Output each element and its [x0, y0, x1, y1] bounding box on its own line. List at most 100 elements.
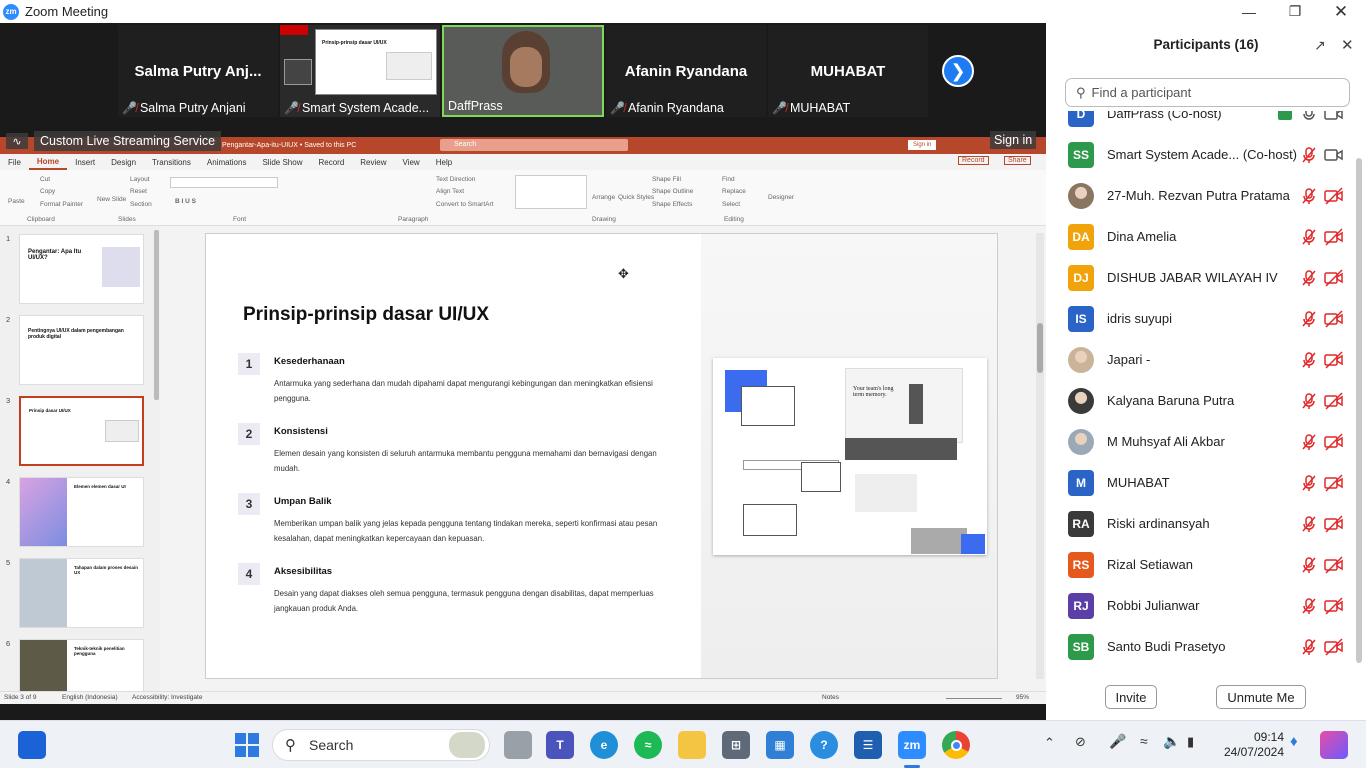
bold-button[interactable]: B I U S [175, 198, 196, 205]
store-icon[interactable]: ▦ [766, 731, 794, 759]
help-icon[interactable]: ? [810, 731, 838, 759]
menu-view[interactable]: View [395, 154, 428, 170]
folder-icon[interactable] [678, 731, 706, 759]
find-button[interactable]: Find [722, 176, 735, 183]
reset-button[interactable]: Reset [130, 188, 147, 195]
menu-design[interactable]: Design [103, 154, 144, 170]
spotify-icon[interactable]: ≈ [634, 731, 662, 759]
participants-scrollbar[interactable] [1356, 158, 1362, 663]
speaker-icon[interactable]: 🔈 [1163, 733, 1180, 750]
restore-icon[interactable]: ❐ [1272, 0, 1318, 23]
battery-icon[interactable]: ▮ [1187, 734, 1194, 750]
slide-scrollbar[interactable] [1036, 233, 1044, 679]
participant-row[interactable]: SS Smart System Acade... (Co-host) [1046, 134, 1366, 175]
shape-fill-button[interactable]: Shape Fill [652, 176, 681, 183]
menu-file[interactable]: File [0, 154, 29, 170]
minimize-icon[interactable]: — [1226, 0, 1272, 23]
video-tile[interactable]: Afanin Ryandana 🎤̸ Afanin Ryandana [606, 25, 766, 117]
mic-muted-icon[interactable] [1300, 638, 1318, 656]
slide-thumbnail[interactable]: Teknik-teknik penelitian pengguna [19, 639, 144, 692]
participant-row[interactable]: IS idris suyupi [1046, 298, 1366, 339]
chrome-icon[interactable] [942, 731, 970, 759]
menu-record[interactable]: Record [310, 154, 352, 170]
accessibility-status[interactable]: Accessibility: Investigate [132, 694, 202, 701]
mic-muted-icon[interactable] [1300, 556, 1318, 574]
mic-muted-icon[interactable] [1300, 597, 1318, 615]
arrange-button[interactable]: Arrange [592, 194, 615, 201]
file-explorer-task-icon[interactable] [504, 731, 532, 759]
camera-off-icon[interactable] [1324, 432, 1344, 451]
menu-animations[interactable]: Animations [199, 154, 255, 170]
task-view-icon[interactable] [18, 731, 46, 759]
layout-button[interactable]: Layout [130, 176, 150, 183]
slide-canvas[interactable]: Your team's long term memory. Prinsip-pr… [205, 233, 998, 679]
section-button[interactable]: Section [130, 201, 152, 208]
participant-row[interactable]: RA Riski ardinansyah [1046, 503, 1366, 544]
align-text-button[interactable]: Align Text [436, 188, 464, 195]
notification-bell-icon[interactable]: ♦ [1290, 733, 1298, 750]
share-button[interactable]: Share [1004, 156, 1031, 165]
slide-thumbnail[interactable]: Pengantar: Apa Itu UI/UX? [19, 234, 144, 304]
unmute-me-button[interactable]: Unmute Me [1216, 685, 1306, 709]
windows-start-icon[interactable] [233, 731, 261, 759]
mic-muted-icon[interactable] [1300, 351, 1318, 369]
chevron-up-icon[interactable]: ⌃ [1044, 735, 1055, 751]
new-slide-button[interactable]: New Slide [97, 196, 126, 203]
camera-off-icon[interactable] [1324, 637, 1344, 656]
mic-muted-icon[interactable] [1300, 228, 1318, 246]
taskbar-search[interactable]: ⚲ Search [272, 729, 490, 761]
pop-out-icon[interactable]: ↗ [1314, 37, 1326, 54]
select-button[interactable]: Select [722, 201, 740, 208]
paste-button[interactable]: Paste [8, 198, 25, 205]
camera-off-icon[interactable] [1324, 473, 1344, 492]
participant-row[interactable]: 27-Muh. Rezvan Putra Pratama [1046, 175, 1366, 216]
camera-off-icon[interactable] [1324, 350, 1344, 369]
participant-row[interactable]: M Muhsyaf Ali Akbar [1046, 421, 1366, 462]
participant-row[interactable]: Kalyana Baruna Putra [1046, 380, 1366, 421]
live-streaming-label[interactable]: Custom Live Streaming Service [34, 131, 222, 151]
shapes-gallery[interactable] [515, 175, 587, 209]
mic-muted-icon[interactable] [1300, 474, 1318, 492]
zoom-task-icon[interactable]: zm [898, 731, 926, 759]
zoom-slider[interactable] [946, 698, 1002, 699]
quick-styles-button[interactable]: Quick Styles [618, 194, 654, 201]
participant-row[interactable]: Japari - [1046, 339, 1366, 380]
taskbar-clock[interactable]: 09:14 24/07/2024 [1222, 730, 1284, 760]
mic-muted-icon[interactable] [1300, 310, 1318, 328]
font-family-select[interactable] [170, 177, 278, 188]
mic-muted-icon[interactable] [1300, 187, 1318, 205]
menu-help[interactable]: Help [428, 154, 460, 170]
record-button[interactable]: Record [958, 156, 989, 165]
mic-icon[interactable] [1300, 111, 1318, 123]
camera-off-icon[interactable] [1324, 555, 1344, 574]
replace-button[interactable]: Replace [722, 188, 746, 195]
live-stream-icon[interactable]: ∿ [6, 133, 28, 149]
network-off-icon[interactable]: ⊘ [1075, 734, 1086, 750]
menu-transitions[interactable]: Transitions [144, 154, 199, 170]
calculator-icon[interactable]: ⊞ [722, 731, 750, 759]
participant-row[interactable]: M MUHABAT [1046, 462, 1366, 503]
shape-effects-button[interactable]: Shape Effects [652, 201, 692, 208]
camera-icon[interactable] [1324, 111, 1344, 123]
live-signin-link[interactable]: Sign in [990, 131, 1037, 149]
copilot-icon[interactable] [1320, 731, 1348, 759]
camera-off-icon[interactable] [1324, 309, 1344, 328]
menu-slide-show[interactable]: Slide Show [254, 154, 310, 170]
close-icon[interactable]: ✕ [1341, 36, 1354, 54]
menu-review[interactable]: Review [352, 154, 394, 170]
video-tile[interactable]: MUHABAT 🎤̸ MUHABAT [768, 25, 928, 117]
language-status[interactable]: English (Indonesia) [62, 694, 118, 701]
participant-row[interactable]: SB Santo Budi Prasetyo [1046, 626, 1366, 667]
slide-thumbnail[interactable]: Tahapan dalam proses desain UX [19, 558, 144, 628]
notes-button[interactable]: Notes [822, 694, 839, 701]
camera-off-icon[interactable] [1324, 268, 1344, 287]
cut-button[interactable]: Cut [40, 176, 50, 183]
mic-muted-icon[interactable] [1300, 146, 1318, 164]
mic-muted-icon[interactable] [1300, 433, 1318, 451]
wifi-icon[interactable]: ≈ [1140, 733, 1148, 749]
participant-row[interactable]: DA Dina Amelia [1046, 216, 1366, 257]
camera-off-icon[interactable] [1324, 596, 1344, 615]
mic-muted-icon[interactable] [1300, 392, 1318, 410]
participant-row[interactable]: RS Rizal Setiawan [1046, 544, 1366, 585]
camera-off-icon[interactable] [1324, 227, 1344, 246]
